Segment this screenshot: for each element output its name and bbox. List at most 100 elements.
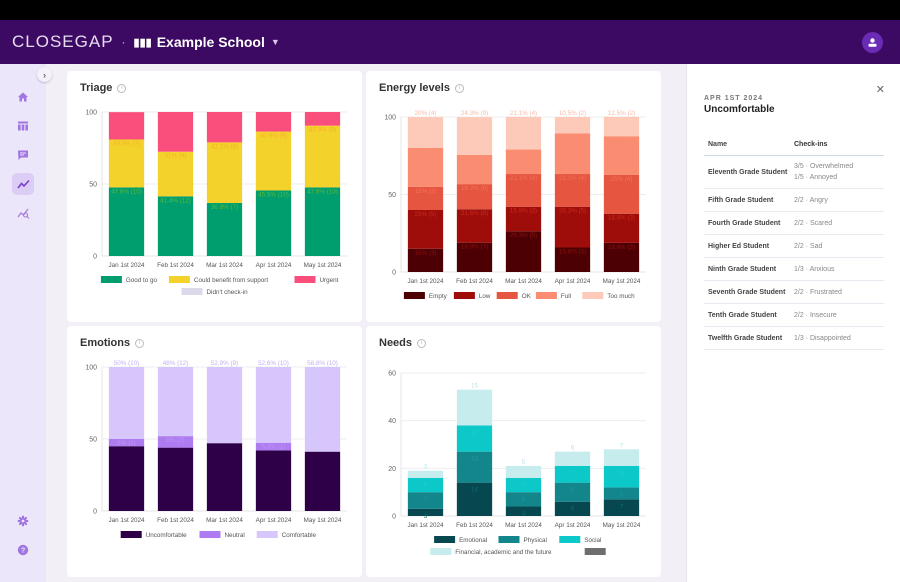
app-header: CLOSEGAP · ▮▮▮ Example School ▼ [0, 20, 900, 64]
bar-segment [505, 465, 542, 478]
checkin-entry: 2/2 · Frustrated [794, 288, 842, 296]
data-label: 26.3% (5) [559, 208, 586, 215]
table-row[interactable]: Fifth Grade Student 2/2 · Angry [704, 189, 884, 212]
legend-swatch [498, 536, 520, 543]
legend-label: Low [479, 293, 491, 300]
x-tick-label: Mar 1st 2024 [505, 278, 542, 285]
expand-sidebar-button[interactable]: › [37, 67, 52, 82]
data-label: 25% (5) [414, 211, 436, 218]
bar-segment [157, 367, 194, 437]
bar-segment [157, 196, 194, 256]
data-label: 8% (2) [166, 437, 185, 444]
data-label: 7 [571, 470, 575, 477]
data-label: 18.8% (3) [608, 215, 635, 222]
gear-icon[interactable] [12, 510, 34, 532]
help-icon[interactable]: ? [12, 539, 34, 561]
y-tick-label: 100 [384, 115, 396, 122]
data-label: 16.2% (6) [461, 185, 488, 192]
sidebar: ? [0, 64, 46, 582]
table-row[interactable]: Fourth Grade Student 2/2 · Scared [704, 212, 884, 235]
table-row[interactable]: Eleventh Grade Student 3/5 · Overwhelmed 1… [704, 156, 884, 189]
x-tick-label: May 1st 2024 [603, 278, 641, 285]
analytics-icon[interactable] [12, 202, 34, 224]
triage-chart: 0 50 100 47.6% (10) 33.3% (7) 19% (4) Jan 1st … [85, 110, 347, 296]
user-icon [868, 38, 877, 47]
bar-segment [456, 389, 493, 426]
building-chart-icon: ▮▮▮ [133, 36, 152, 49]
table-row[interactable]: Higher Ed Student 2/2 · Sad [704, 235, 884, 258]
bar-segment [407, 117, 444, 148]
y-tick-label: 0 [93, 254, 97, 261]
data-label: 18.9% (7) [461, 156, 488, 163]
data-label: 42.1% (8) [211, 143, 238, 150]
needs-card: Needs i 0 20 40 60 3 7 6 3 Jan 1st 2024 14 13 11 15 Fe… [366, 326, 661, 577]
legend-label: Social [584, 537, 601, 544]
checkin-entry: 1/3 · Anxious [794, 265, 835, 273]
bar-segment [304, 367, 341, 452]
checkin-entry: 3/5 · Overwhelmed [794, 163, 854, 170]
legend-label: Physical [524, 537, 547, 544]
legend-label: Uncomfortable [146, 532, 187, 539]
data-label: 50% (10) [114, 360, 140, 367]
legend-label: Comfortable [282, 532, 317, 539]
avatar-button[interactable] [862, 32, 883, 53]
checkins-cell: 2/2 · Insecure [794, 310, 884, 321]
data-label: 25% (4) [610, 176, 632, 183]
bar-segment [456, 117, 493, 155]
table-row[interactable]: Twelfth Grade Student 1/3 · Disappointed [704, 327, 884, 350]
data-label: 47.6% (10) [307, 188, 338, 195]
data-label: 58.8% (10) [307, 360, 338, 367]
chat-icon[interactable] [12, 144, 34, 166]
x-tick-label: Feb 1st 2024 [157, 262, 194, 269]
legend-swatch [430, 548, 452, 555]
data-label: 41.2% (7) [309, 453, 336, 460]
y-tick-label: 60 [388, 371, 396, 378]
data-label: 7 [424, 496, 428, 503]
bar-segment [255, 450, 292, 511]
x-tick-label: Apr 1st 2024 [256, 517, 292, 524]
legend-swatch [582, 292, 604, 299]
legend-label: Too much [607, 293, 635, 300]
school-selector[interactable]: ▮▮▮ Example School ▼ [134, 34, 280, 50]
triage-card: Triage i 0 50 100 47.6% (10) 33.3% (7) 19% (4)… [67, 71, 362, 322]
x-tick-label: Apr 1st 2024 [555, 522, 591, 529]
table-icon[interactable] [12, 115, 34, 137]
logo[interactable]: CLOSEGAP [12, 32, 114, 52]
home-icon[interactable] [12, 86, 34, 108]
panel-date: APR 1ST 2024 [704, 95, 764, 102]
trending-icon[interactable] [12, 173, 34, 195]
legend-label: Urgent [320, 277, 339, 284]
legend-label: Emotional [459, 537, 487, 544]
close-icon[interactable]: ✕ [876, 83, 885, 96]
bar-segment [108, 367, 145, 439]
legend-swatch [496, 292, 518, 299]
column-header-name[interactable]: Name [704, 141, 794, 148]
data-label: 31% (9) [164, 153, 186, 160]
column-header-checkins[interactable]: Check-ins [794, 139, 884, 150]
table-row[interactable]: Ninth Grade Student 1/3 · Anxious [704, 258, 884, 281]
data-label: 36.8% (7) [211, 204, 238, 211]
data-label: 6 [522, 496, 526, 503]
data-label: 5.3% (1) [262, 444, 286, 451]
y-tick-label: 50 [89, 182, 97, 189]
data-label: 45.5% (10) [258, 191, 289, 198]
data-label: 26.3% (5) [559, 134, 586, 141]
data-label: 25% (5) [414, 149, 436, 156]
bar-segment [505, 116, 542, 150]
legend-swatch [559, 536, 581, 543]
energy-card: Energy levels i 0 50 100 15% (3) 25% (5) 15% (… [366, 71, 661, 322]
table-row[interactable]: Seventh Grade Student 2/2 · Frustrated [704, 281, 884, 304]
data-label: 42.9% (9) [309, 127, 336, 134]
checkin-entry: 2/2 · Insecure [794, 311, 837, 319]
legend-swatch [434, 536, 456, 543]
data-label: 12.5% (2) [608, 110, 635, 117]
table-row[interactable]: Tenth Grade Student 2/2 · Insecure [704, 304, 884, 327]
separator: · [121, 35, 126, 49]
data-label: 21.1% (4) [510, 110, 537, 117]
student-name: Higher Ed Student [708, 242, 770, 250]
legend-swatch [535, 292, 557, 299]
bar-segment [206, 367, 243, 444]
student-name: Tenth Grade Student [708, 311, 777, 319]
student-name: Seventh Grade Student [708, 288, 786, 296]
y-tick-label: 50 [89, 437, 97, 444]
